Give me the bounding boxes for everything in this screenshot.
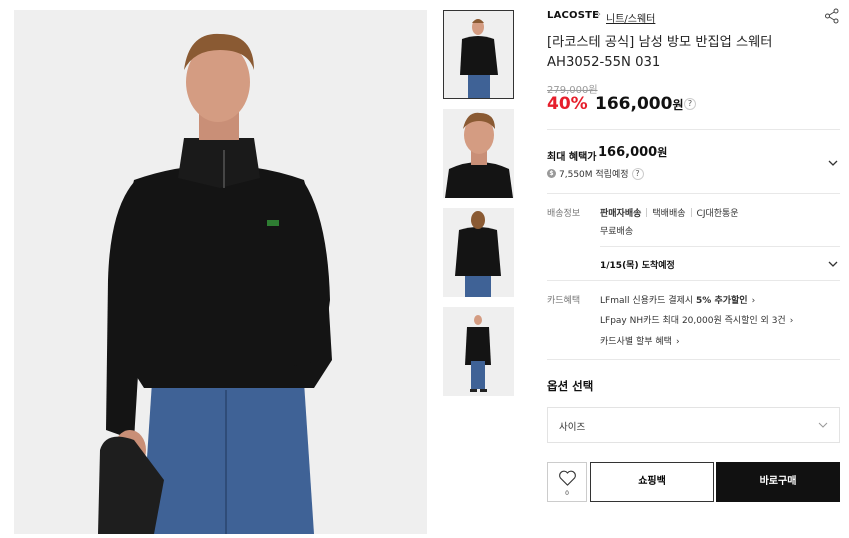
points-help-icon[interactable]: ?: [631, 167, 644, 180]
sale-price-value: 166,000: [595, 94, 673, 114]
price-help-icon[interactable]: ?: [684, 98, 696, 110]
chevron-right-icon: ›: [789, 316, 794, 326]
shipping-info: 판매자배송 택배배송 CJ대한통운: [600, 206, 739, 219]
sale-price: 166,000원: [595, 94, 683, 114]
card-benefit-lfpay[interactable]: LFpay NH카드 최대 20,000원 즉시할인 외 3건 ›: [600, 313, 793, 326]
chevron-right-icon: ›: [675, 337, 680, 347]
divider: [600, 246, 840, 247]
divider: [547, 280, 840, 281]
card-benefit-label: 카드혜택: [547, 296, 581, 306]
thumbnail-2[interactable]: [443, 109, 514, 198]
arrival-date: 1/15(목) 도착예정: [600, 261, 675, 271]
wishlist-button[interactable]: 0: [547, 462, 587, 502]
breadcrumb: LACOSTE › 니트/스웨터: [547, 8, 840, 25]
card-installment-text: 카드사별 할부 혜택: [600, 337, 672, 347]
separator: [690, 208, 692, 217]
option-select-title: 옵션 선택: [547, 379, 594, 393]
heart-icon: [559, 470, 576, 486]
discount-rate: 40%: [547, 94, 588, 114]
max-benefit-price: 166,000원: [598, 144, 667, 160]
points-row: $ 7,550M 적립예정 ?: [547, 167, 644, 180]
category-link[interactable]: 니트/스웨터: [606, 10, 655, 25]
product-title: [라코스테 공식] 남성 방모 반집업 스웨터 AH3052-55N 031: [547, 35, 773, 70]
brand-link[interactable]: LACOSTE: [547, 10, 599, 21]
breadcrumb-separator: ›: [597, 9, 601, 20]
wishlist-count: 0: [565, 490, 569, 497]
shipping-carrier: CJ대한통운: [696, 209, 739, 219]
separator: [646, 208, 648, 217]
chevron-right-icon: ›: [751, 296, 756, 306]
divider: [547, 193, 840, 194]
shipping-label: 배송정보: [547, 209, 581, 219]
divider: [547, 359, 840, 360]
chevron-down-icon[interactable]: [828, 158, 838, 168]
card-benefit-lfmall-text: LFmall 신용카드 결제시: [600, 296, 697, 306]
shipping-fee: 무료배송: [600, 227, 634, 237]
max-benefit-price-value: 166,000: [598, 145, 658, 160]
size-select-value: 사이즈: [559, 422, 586, 433]
main-product-image: [14, 10, 427, 534]
size-select[interactable]: 사이즈: [547, 407, 840, 443]
buy-now-button[interactable]: 바로구매: [716, 462, 840, 502]
chevron-down-icon: [818, 422, 828, 428]
chevron-down-icon[interactable]: [828, 259, 838, 269]
thumbnail-1[interactable]: [443, 10, 514, 99]
points-text: 7,550M 적립예정: [559, 170, 629, 180]
coin-icon: $: [547, 169, 556, 178]
sale-price-unit: 원: [672, 98, 684, 112]
thumbnail-4[interactable]: [443, 307, 514, 396]
thumbnail-3[interactable]: [443, 208, 514, 297]
card-installment[interactable]: 카드사별 할부 혜택 ›: [600, 334, 680, 347]
card-benefit-lfmall[interactable]: LFmall 신용카드 결제시 5% 추가할인 ›: [600, 293, 755, 306]
shipping-type: 택배배송: [652, 209, 686, 219]
card-benefit-lfmall-highlight: 5% 추가할인: [696, 296, 748, 306]
shopping-bag-button[interactable]: 쇼핑백: [590, 462, 714, 502]
share-icon[interactable]: [824, 8, 840, 24]
card-benefit-lfpay-text: LFpay NH카드 최대 20,000원 즉시할인 외 3건: [600, 316, 786, 326]
divider: [547, 129, 840, 130]
max-benefit-label: 최대 혜택가: [547, 152, 597, 163]
seller-shipping: 판매자배송: [600, 209, 642, 219]
max-benefit-price-unit: 원: [657, 146, 668, 159]
